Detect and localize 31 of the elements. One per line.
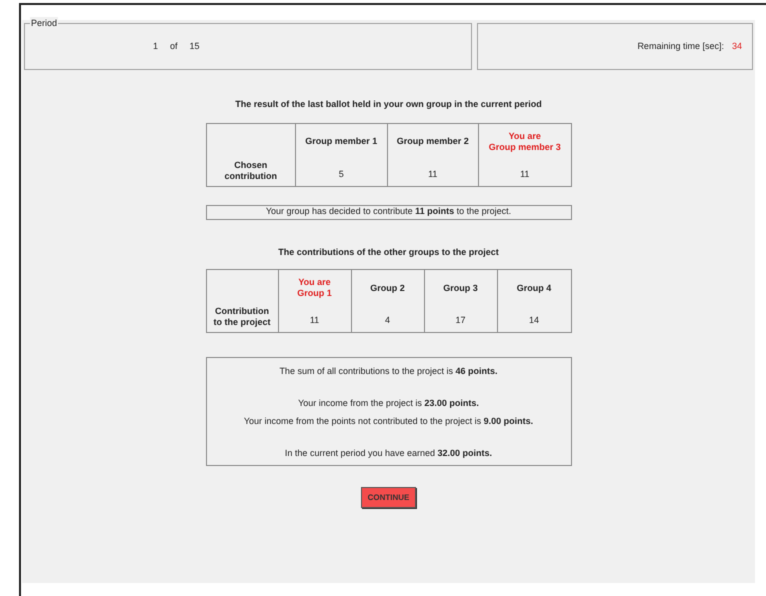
column-header: Group 3 <box>443 282 478 294</box>
table-cell-text: 11 <box>428 168 438 180</box>
of-label: of <box>170 40 178 53</box>
continue-button[interactable]: CONTINUE <box>361 487 416 508</box>
column-header: Group member 3 <box>488 142 561 152</box>
section-title: The contributions of the other groups to the project <box>277 246 500 259</box>
period-number: 1 <box>153 40 158 53</box>
column-header: Group 4 <box>516 282 552 294</box>
column-header: Group 2 <box>370 282 405 294</box>
row-label: Contribution to the project <box>212 306 272 328</box>
you-marker: You are <box>508 130 541 142</box>
table-cell-text: 4 <box>384 314 390 327</box>
summary-text: Your income from the project is 23.00 points. <box>298 397 479 410</box>
table-cell-text: 11 <box>310 314 320 327</box>
remaining-time-label: Remaining time [sec]: <box>637 40 724 53</box>
period-total: 15 <box>190 40 200 53</box>
table-cell-text: 17 <box>455 314 466 327</box>
table-cell-text: 14 <box>528 314 539 327</box>
column-header: Group member 1 <box>305 136 378 147</box>
column-header: Group member 2 <box>396 136 469 147</box>
table-cell-text: 5 <box>338 168 344 180</box>
you-marker: You are <box>298 277 331 288</box>
decision-text: Your group has decided to contribute 11 points to the project. <box>266 205 512 218</box>
row-label: Chosen contribution <box>224 160 278 182</box>
remaining-time-value: 34 <box>732 40 742 53</box>
summary-text: In the current period you have earned 32.00 points. <box>284 447 492 460</box>
column-header: Group 1 <box>297 288 332 299</box>
summary-text: The sum of all contributions to the project is 46 points. <box>279 365 498 378</box>
table-cell-text: 11 <box>520 168 530 180</box>
section-title: The result of the last ballot held in your own group in the current period <box>234 98 543 111</box>
summary-text: Your income from the points not contributed to the project is 9.00 points. <box>244 415 534 428</box>
